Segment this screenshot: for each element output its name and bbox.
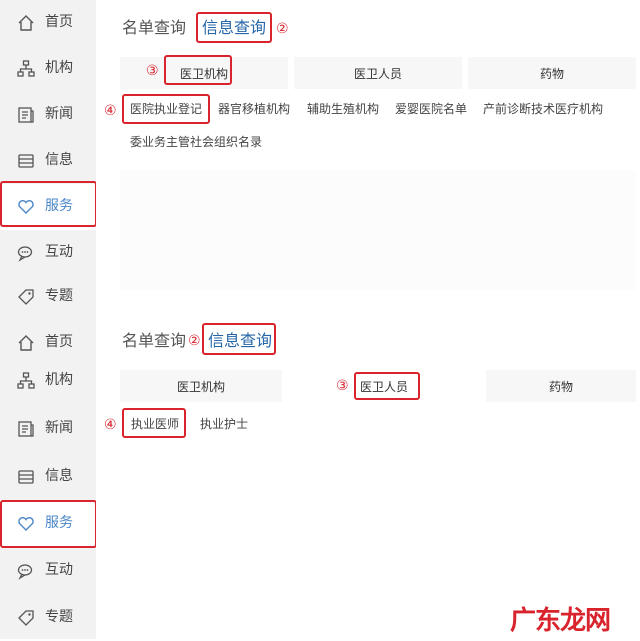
tag-icon xyxy=(18,289,34,305)
sidebar-item-label: 专题 xyxy=(45,609,73,625)
sidebar-item-label: 新闻 xyxy=(45,420,73,436)
main-content: 名单查询 信息查询 ② 医卫机构 医卫人员 药物 ③ 医院执业登记 器官移植机构… xyxy=(96,0,640,320)
sidebar-item-label: 互动 xyxy=(45,244,73,260)
home-icon xyxy=(18,335,34,351)
category-label: 医卫机构 xyxy=(176,379,225,394)
faded-area xyxy=(120,170,636,290)
subitem-organ-transplant[interactable]: 器官移植机构 xyxy=(218,101,290,117)
sidebar-item-news[interactable]: 新闻 xyxy=(0,406,96,452)
sidebar-item-label: 信息 xyxy=(45,468,73,484)
sidebar-item-interact[interactable]: 互动 xyxy=(0,230,96,276)
sidebar-item-info[interactable]: 信息 xyxy=(0,138,96,184)
sidebar-item-label: 首页 xyxy=(45,334,73,350)
org-chart-icon xyxy=(17,372,35,389)
category-medical-institution[interactable]: 医卫机构 xyxy=(120,370,282,402)
sidebar-item-label: 机构 xyxy=(45,60,73,76)
tab-name-list[interactable]: 名单查询 xyxy=(122,331,186,351)
sidebar-item-label: 信息 xyxy=(45,152,73,168)
highlight-box xyxy=(164,55,232,85)
news-icon xyxy=(18,421,34,437)
screenshot-panel-2: 首页 机构 新闻 信息 服务 互动 专题 ① 名单查询 ② 信息 xyxy=(0,320,640,639)
sidebar-item-label: 机构 xyxy=(45,372,73,388)
main-content: 名单查询 ② 信息查询 医卫机构 医卫人员 药物 ③ 执业医师 执业护士 ④ xyxy=(96,320,640,639)
sidebar-item-topic[interactable]: 专题 xyxy=(0,274,96,320)
sidebar-item-interact[interactable]: 互动 xyxy=(0,548,96,594)
watermark-logo: 广东龙网 xyxy=(510,606,611,636)
step-marker: ② xyxy=(188,333,201,349)
tag-icon xyxy=(18,610,34,626)
sidebar-item-label: 互动 xyxy=(45,562,73,578)
sidebar-item-org[interactable]: 机构 xyxy=(0,46,96,92)
sidebar-item-label: 专题 xyxy=(45,288,73,304)
screenshot-panel-1: 首页 机构 新闻 信息 服务 互动 专题 ① 名单查询 信息查询 xyxy=(0,0,640,320)
category-label: 药物 xyxy=(539,66,564,81)
info-stack-icon xyxy=(18,154,34,168)
info-stack-icon xyxy=(18,470,34,484)
step-marker: ② xyxy=(276,21,289,37)
step-marker: ④ xyxy=(104,417,117,433)
sidebar-item-label: 首页 xyxy=(45,14,73,30)
sidebar: 首页 机构 新闻 信息 服务 互动 专题 xyxy=(0,0,96,320)
sidebar: 首页 机构 新闻 信息 服务 互动 专题 xyxy=(0,320,96,639)
chat-icon xyxy=(17,246,33,262)
category-label: 药物 xyxy=(548,379,573,394)
category-label: 医卫人员 xyxy=(353,66,402,81)
sidebar-item-home[interactable]: 首页 xyxy=(0,0,96,46)
news-icon xyxy=(18,107,34,123)
sidebar-item-org[interactable]: 机构 xyxy=(0,358,96,404)
chat-icon xyxy=(17,564,33,580)
highlight-box xyxy=(196,12,272,43)
highlight-box xyxy=(0,181,97,227)
subitem-licensed-nurse[interactable]: 执业护士 xyxy=(200,416,248,432)
highlight-box xyxy=(0,500,97,548)
category-drugs[interactable]: 药物 xyxy=(486,370,636,402)
home-icon xyxy=(18,15,34,31)
subitem-social-organizations[interactable]: 委业务主管社会组织名录 xyxy=(130,134,262,150)
subitem-baby-friendly-hospitals[interactable]: 爱婴医院名单 xyxy=(395,101,467,117)
highlight-box xyxy=(354,372,420,400)
step-marker: ④ xyxy=(104,103,117,119)
sidebar-item-label: 新闻 xyxy=(45,106,73,122)
highlight-box xyxy=(122,408,186,438)
tab-name-list[interactable]: 名单查询 xyxy=(122,18,186,38)
subitem-prenatal-diagnosis[interactable]: 产前诊断技术医疗机构 xyxy=(483,101,603,117)
step-marker: ③ xyxy=(336,378,349,394)
category-drugs[interactable]: 药物 xyxy=(468,57,636,89)
sidebar-item-topic[interactable]: 专题 xyxy=(0,595,96,641)
org-chart-icon xyxy=(17,60,35,77)
sidebar-item-news[interactable]: 新闻 xyxy=(0,92,96,138)
highlight-box xyxy=(122,94,210,124)
category-medical-staff[interactable]: 医卫人员 xyxy=(294,57,462,89)
step-marker: ③ xyxy=(146,63,159,79)
sidebar-item-info[interactable]: 信息 xyxy=(0,454,96,500)
subitem-assisted-reproduction[interactable]: 辅助生殖机构 xyxy=(307,101,379,117)
highlight-box xyxy=(202,323,276,355)
